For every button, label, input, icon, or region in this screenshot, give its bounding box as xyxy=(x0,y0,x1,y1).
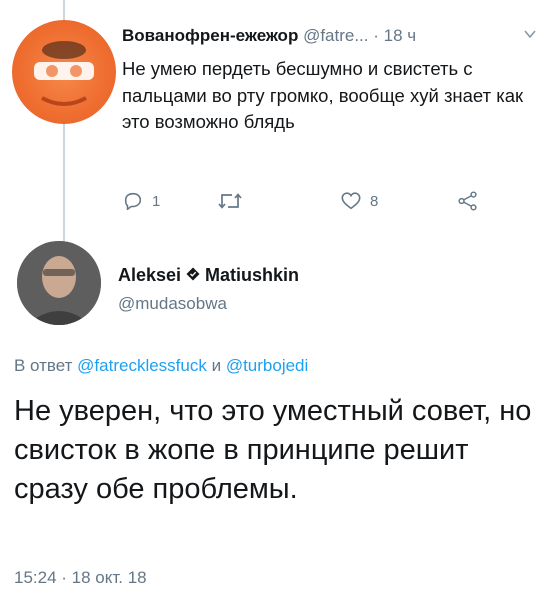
reply-icon xyxy=(124,192,142,211)
reply-count: 1 xyxy=(152,192,161,210)
like-count: 8 xyxy=(370,192,379,210)
tweet-time[interactable]: 18 ч xyxy=(384,26,417,45)
avatar-photo-image xyxy=(17,241,101,325)
reply-mention-link[interactable]: @turbojedi xyxy=(226,356,308,375)
meta-separator: · xyxy=(368,26,384,45)
like-button[interactable]: 8 xyxy=(340,190,378,212)
reply-button[interactable]: 1 xyxy=(122,190,160,212)
user-handle[interactable]: @fatre... xyxy=(303,26,368,45)
user-handle[interactable]: @mudasobwa xyxy=(118,294,227,314)
avatar[interactable] xyxy=(12,20,116,124)
reply-joiner: и xyxy=(206,356,226,375)
reply-mention-link[interactable]: @fatrecklessfuck xyxy=(77,356,207,375)
reply-prefix: В ответ xyxy=(14,356,78,375)
display-name[interactable]: Вованофрен-ежежор xyxy=(122,26,298,45)
chevron-down-icon[interactable] xyxy=(524,28,536,40)
first-name: Aleksei xyxy=(118,265,182,285)
tweet-header: Вованофрен-ежежор @fatre... · 18 ч xyxy=(122,26,416,46)
author-name[interactable]: Aleksei Matiushkin xyxy=(118,265,299,286)
reply-context: В ответ @fatrecklessfuck и @turbojedi xyxy=(14,356,308,376)
retweet-icon xyxy=(218,193,242,209)
last-name: Matiushkin xyxy=(205,265,300,285)
share-button[interactable] xyxy=(457,190,479,212)
retweet-button[interactable] xyxy=(217,190,251,212)
tweet-text: Не умею пердеть бесшумно и свистеть с па… xyxy=(122,58,524,132)
tweet-actions: 1 8 xyxy=(122,190,482,214)
avatar-face-image xyxy=(34,41,94,106)
heart-icon xyxy=(341,192,361,210)
tweet-text: Не уверен, что это уместный совет, но св… xyxy=(14,395,532,505)
avatar[interactable] xyxy=(17,241,101,325)
tweet-timestamp[interactable]: 15:24 · 18 окт. 18 xyxy=(14,568,147,588)
diamond-icon xyxy=(186,265,200,286)
share-icon xyxy=(458,191,477,211)
